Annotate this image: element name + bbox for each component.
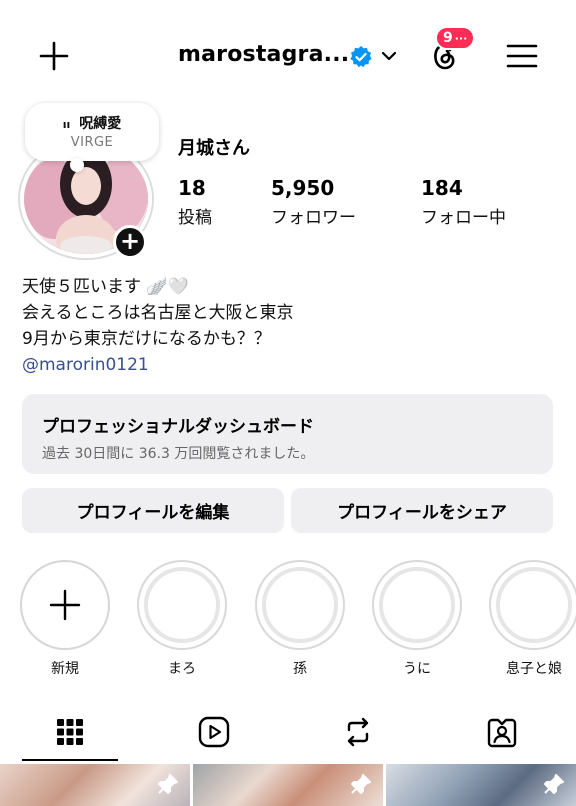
share-profile-button[interactable]: プロフィールをシェア (291, 488, 553, 533)
notification-badge: 9 ··· (435, 26, 476, 50)
grid-icon (57, 719, 83, 745)
note-bubble[interactable]: ıı 呪縛愛 VIRGE (25, 103, 159, 161)
plus-icon: + (119, 227, 141, 255)
pin-icon (544, 774, 564, 794)
note-tail (70, 158, 84, 172)
note-subtitle: VIRGE (70, 135, 114, 150)
tagged-icon (487, 718, 517, 748)
bio: 天使５匹います 🪽🤍 会えるところは名古屋と大阪と東京 9月から東京だけになるか… (22, 274, 294, 378)
highlight-cover (262, 567, 338, 643)
post-thumbnail[interactable] (0, 764, 190, 806)
note-title: 呪縛愛 (79, 116, 122, 132)
highlight-item[interactable]: まろ (137, 560, 227, 677)
edit-profile-button[interactable]: プロフィールを編集 (22, 488, 284, 533)
highlight-cover (496, 567, 572, 643)
reposts-icon (347, 717, 369, 747)
highlight-item[interactable]: うに (372, 560, 462, 677)
wing-heart-emoji: 🪽🤍 (146, 277, 189, 297)
account-switcher[interactable]: marostagra... (178, 42, 349, 67)
create-button[interactable] (36, 38, 72, 74)
username: marostagra... (178, 42, 350, 67)
chevron-down-icon[interactable] (380, 48, 398, 64)
highlight-cover (379, 567, 455, 643)
pin-icon (351, 774, 371, 794)
highlight-new[interactable]: 新規 (20, 560, 110, 677)
highlight-item[interactable]: 孫 (255, 560, 345, 677)
music-icon: ıı (62, 118, 71, 131)
dashboard-subtitle: 過去 30日間に 36.3 万回閲覧されました。 (42, 446, 315, 462)
dashboard-title: プロフェッショナルダッシュボード (42, 417, 314, 437)
reels-icon (198, 716, 230, 748)
pin-icon (158, 774, 178, 794)
tab-reposts[interactable] (328, 712, 388, 752)
tab-posts[interactable] (40, 712, 100, 752)
active-tab-indicator (22, 759, 118, 761)
display-name: 月城さん (178, 138, 250, 159)
highlight-item[interactable]: 息子と娘 (489, 560, 576, 677)
plus-icon (39, 41, 69, 71)
verified-icon (350, 46, 372, 68)
plus-icon (49, 589, 81, 621)
menu-icon (506, 44, 538, 68)
bio-link[interactable]: @marorin0121 (22, 352, 294, 378)
add-story-button[interactable]: + (113, 225, 147, 259)
post-thumbnail[interactable] (386, 764, 576, 806)
tab-tagged[interactable] (472, 712, 532, 752)
menu-button[interactable] (502, 38, 542, 74)
tab-reels[interactable] (184, 712, 244, 752)
highlight-cover (144, 567, 220, 643)
post-thumbnail[interactable] (193, 764, 383, 806)
professional-dashboard[interactable]: プロフェッショナルダッシュボード 過去 30日間に 36.3 万回閲覧されました… (22, 394, 553, 474)
